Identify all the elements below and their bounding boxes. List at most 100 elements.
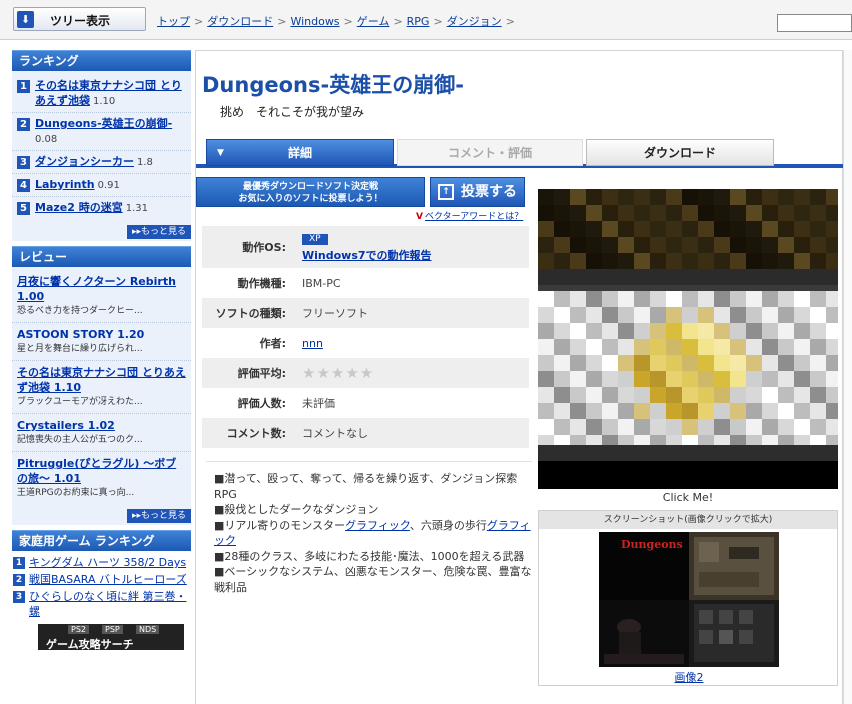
home-ranking-link[interactable]: ひぐらしのなく頃に絆 第三巻・螺 <box>29 590 187 618</box>
ranking-count: 1.31 <box>125 203 148 214</box>
review-link[interactable]: その名は東京ナナシコ団 とりあえず池袋 1.10 <box>17 366 186 394</box>
review-link[interactable]: Crystailers 1.02 <box>17 419 115 432</box>
ranking-count: 0.91 <box>97 180 120 191</box>
spec-row-comments: コメント数: コメントなし <box>202 418 529 448</box>
ranking-more-button[interactable]: ▸▸もっと見る <box>126 225 191 239</box>
ranking-item: 4 Labyrinth 0.91 <box>12 174 191 197</box>
review-summary: 記憶喪失の主人公が五つのク... <box>17 435 143 445</box>
spec-row-rating: 評価平均: ★★★★★ <box>202 358 529 388</box>
tab-detail[interactable]: ▼ 詳細 <box>206 139 394 166</box>
breadcrumb-rpg[interactable]: RPG <box>407 15 430 28</box>
review-more: ▸▸もっと見る <box>12 507 191 525</box>
spec-label: 作者: <box>259 337 286 350</box>
page-subtitle: 挑め それこそが我が望み <box>220 105 365 119</box>
ranking-link[interactable]: Dungeons-英雄王の崩御- <box>35 117 172 130</box>
spec-value: 未評価 <box>302 397 335 410</box>
vector-logo-icon: V <box>416 212 423 222</box>
banner-tag: PSP <box>102 625 123 634</box>
screenshot-header: スクリーンショット(画像クリックで拡大) <box>539 511 837 529</box>
tree-view-label: ツリー表示 <box>50 14 111 28</box>
click-me-label: Click Me! <box>662 491 714 504</box>
rank-number: 1 <box>17 80 30 93</box>
spec-value: フリーソフト <box>302 307 368 320</box>
main-panel: Dungeons-英雄王の崩御- 挑め それこそが我が望み ▼ 詳細 コメント・評… <box>195 50 844 704</box>
vote-button[interactable]: ↑ 投票する <box>430 177 525 207</box>
review-item: Pitruggle(ぴとラグル) ～ボブの旅～ 1.01 王道RPGのお約束に真っ… <box>12 452 191 504</box>
rank-number: 3 <box>17 156 30 169</box>
review-item: その名は東京ナナシコ団 とりあえず池袋 1.10 ブラックユーモアが冴えわた... <box>12 361 191 414</box>
review-summary: 恐るべき力を持つダークヒー... <box>17 306 143 316</box>
ranking-heading: ランキング <box>12 50 191 71</box>
spec-row-type: ソフトの種類: フリーソフト <box>202 298 529 328</box>
ranking-count: 0.08 <box>35 134 58 145</box>
ranking-count: 1.8 <box>137 157 153 168</box>
page-title: Dungeons-英雄王の崩御- <box>202 73 464 97</box>
ranking-item: 2 Dungeons-英雄王の崩御- 0.08 <box>12 113 191 151</box>
home-game-ranking-list: 1 キングダム ハーツ 358/2 Days 2 戦国BASARA バトルヒーローズ… <box>12 551 191 620</box>
spec-label: 評価人数: <box>237 397 286 410</box>
spec-label: ソフトの種類: <box>215 307 286 320</box>
top-navigation-bar: ⬇ ツリー表示 トップ > ダウンロード > Windows > ゲーム > RPG > ダンジョン… <box>0 0 852 40</box>
rank-number: 4 <box>17 179 30 192</box>
spec-table: 動作OS: XP Windows7での動作報告 動作機種: IBM-PC ソフト… <box>202 226 529 448</box>
home-ranking-link[interactable]: 戦国BASARA バトルヒーローズ <box>29 573 187 586</box>
home-ranking-item: 2 戦国BASARA バトルヒーローズ <box>12 571 191 588</box>
ranking-count: 1.10 <box>93 96 116 107</box>
tree-view-button[interactable]: ⬇ ツリー表示 <box>13 7 146 31</box>
author-link[interactable]: nnn <box>302 337 323 350</box>
spec-label: 動作OS: <box>242 241 286 254</box>
os-badge: XP <box>302 234 328 245</box>
screenshot-2-link[interactable]: 画像2 <box>675 671 704 684</box>
ranking-link[interactable]: Labyrinth <box>35 178 95 191</box>
spec-row-raters: 評価人数: 未評価 <box>202 388 529 418</box>
rank-number: 1 <box>13 557 25 569</box>
divider <box>206 461 532 462</box>
rank-number: 5 <box>17 202 30 215</box>
tab-download[interactable]: ダウンロード <box>586 139 774 166</box>
vector-award-link[interactable]: ベクターアワードとは？ <box>425 212 523 222</box>
review-link[interactable]: 月夜に響くノクターン Rebirth 1.00 <box>17 275 176 303</box>
review-heading: レビュー <box>12 246 191 267</box>
game-search-banner[interactable]: PS2 PSP NDS ゲーム攻略サーチ <box>38 624 184 650</box>
description-line: ■ベーシックなシステム、凶悪なモンスター、危険な罠、豊富な戦利品 <box>214 565 532 594</box>
review-summary: 星と月を舞台に繰り広げられ... <box>17 344 143 354</box>
spec-row-os: 動作OS: XP Windows7での動作報告 <box>202 226 529 268</box>
breadcrumb-top[interactable]: トップ <box>157 15 190 28</box>
spec-label: コメント数: <box>226 427 286 440</box>
screenshot-thumbnails: スクリーンショット(画像クリックで拡大) Dungeons 画像2 <box>538 510 838 686</box>
screenshot-thumbnail[interactable]: Dungeons <box>599 532 779 667</box>
screenshot-image[interactable] <box>538 189 838 489</box>
thumb-title: Dungeons <box>621 538 683 551</box>
breadcrumb-download[interactable]: ダウンロード <box>207 15 273 28</box>
graphic-link[interactable]: グラフィック <box>345 519 410 532</box>
arrow-down-icon: ⬇ <box>17 11 34 28</box>
breadcrumb-dungeon[interactable]: ダンジョン <box>447 15 502 28</box>
screenshot-pixel-art <box>538 189 838 489</box>
ranking-item: 5 Maze2 時の迷宮 1.31 <box>12 197 191 219</box>
home-ranking-link[interactable]: キングダム ハーツ 358/2 Days <box>29 556 186 569</box>
windows7-report-link[interactable]: Windows7での動作報告 <box>302 249 432 262</box>
review-link[interactable]: ASTOON STORY 1.20 <box>17 328 144 341</box>
review-more-button[interactable]: ▸▸もっと見る <box>126 509 191 523</box>
review-summary: ブラックユーモアが冴えわた... <box>17 397 143 407</box>
ranking-link[interactable]: ダンジョンシーカー <box>35 155 134 168</box>
review-item: ASTOON STORY 1.20 星と月を舞台に繰り広げられ... <box>12 323 191 361</box>
breadcrumb-windows[interactable]: Windows <box>290 15 339 28</box>
ranking-link[interactable]: Maze2 時の迷宮 <box>35 201 123 214</box>
sidebar: ランキング 1 その名は東京ナナシコ団 とりあえず池袋 1.10 2 Dungeons… <box>12 50 191 650</box>
breadcrumb-game[interactable]: ゲーム <box>357 15 390 28</box>
review-item: Crystailers 1.02 記憶喪失の主人公が五つのク... <box>12 414 191 452</box>
home-game-ranking-heading: 家庭用ゲーム ランキング <box>12 530 191 551</box>
rank-number: 3 <box>13 591 25 603</box>
description: ■潜って、殴って、奪って、帰るを繰り返す、ダンジョン探索RPG ■殺伐としたダー… <box>214 471 532 595</box>
review-link[interactable]: Pitruggle(ぴとラグル) ～ボブの旅～ 1.01 <box>17 457 176 485</box>
award-vote-banner[interactable]: 最優秀ダウンロードソフト決定戦 お気に入りのソフトに投票しよう！ <box>196 177 425 207</box>
spec-value: IBM-PC <box>302 276 341 290</box>
vector-award-link-wrap: V ベクターアワードとは？ <box>416 209 523 222</box>
review-item: 月夜に響くノクターン Rebirth 1.00 恐るべき力を持つダークヒー... <box>12 270 191 323</box>
ranking-more: ▸▸もっと見る <box>12 223 191 241</box>
search-input[interactable] <box>777 14 852 32</box>
spec-label: 動作機種: <box>237 277 286 290</box>
triangle-down-icon: ▼ <box>217 148 224 158</box>
home-ranking-item: 3 ひぐらしのなく頃に絆 第三巻・螺 <box>12 588 191 620</box>
